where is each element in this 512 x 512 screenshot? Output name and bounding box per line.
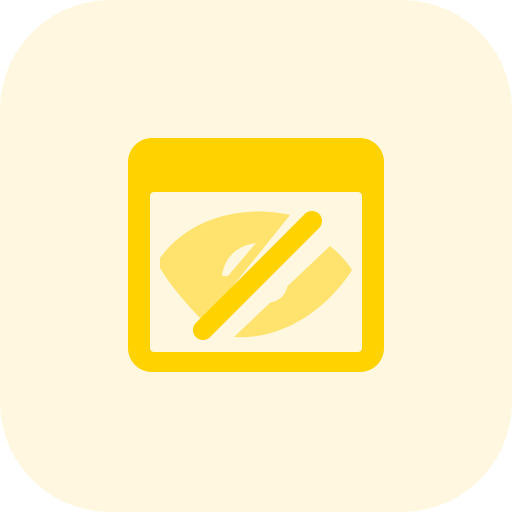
app-icon-tile xyxy=(0,0,512,512)
browser-window-eye-slash-icon xyxy=(0,0,512,512)
